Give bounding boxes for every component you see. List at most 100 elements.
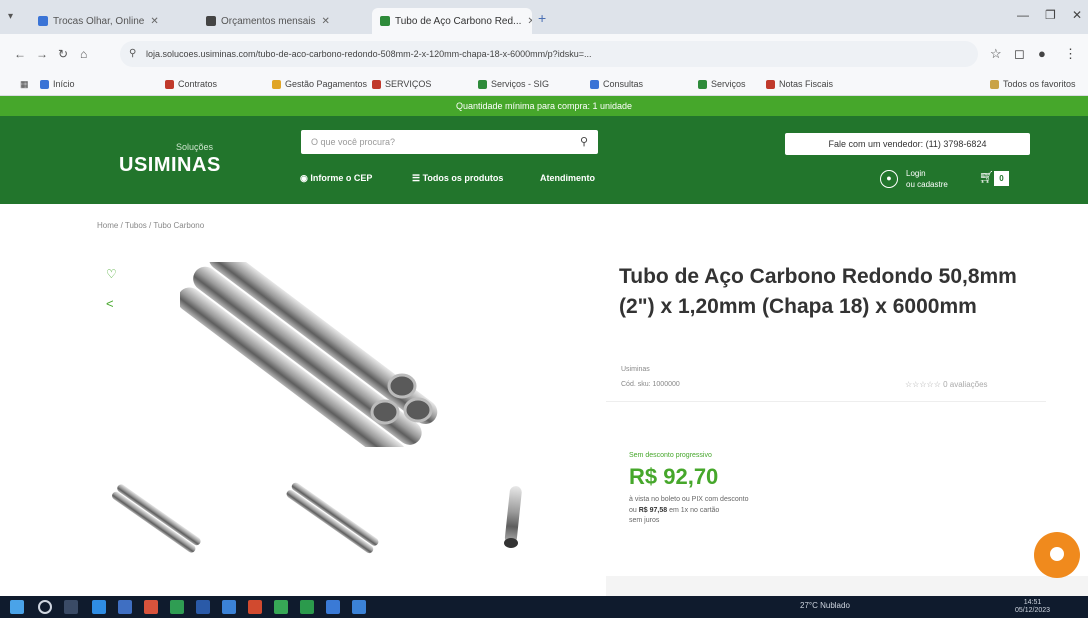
product-thumbnail-1[interactable] [106,478,201,558]
windows-start-icon[interactable] [10,600,24,614]
tab-search-icon[interactable]: ▾ [8,11,13,22]
product-title: Tubo de Aço Carbono Redondo 50,8mm (2") … [619,265,1017,318]
product-brand: Usiminas [621,366,650,373]
browser-toolbar: ← → ↻ ⌂ ⚲ loja.solucoes.usiminas.com/tub… [0,34,1088,74]
product-thumbnail-2[interactable] [280,478,380,558]
site-info-icon[interactable]: ⚲ [129,41,136,67]
price-card-value: R$ 97,58 [638,507,668,514]
app-icon[interactable] [118,600,132,614]
bookmark-item[interactable]: Consultas [590,79,643,89]
word-icon[interactable] [222,600,236,614]
tab-close-icon[interactable]: ✕ [150,16,158,27]
cep-link-label: Informe o CEP [310,173,373,183]
windows-taskbar: 27°C Nublado 14:51 05/12/2023 [0,596,1088,618]
location-pin-icon: ◉ [300,173,311,183]
tab-1[interactable]: Trocas Olhar, Online ✕ [30,8,190,34]
browser-tab-strip: ▾ Trocas Olhar, Online ✕ Orçamentos mens… [0,0,1088,34]
product-rating[interactable]: ☆☆☆☆☆ 0 avaliações [905,380,988,389]
tab-2[interactable]: Orçamentos mensais ✕ [198,8,368,34]
search-placeholder: O que você procura? [311,137,396,147]
product-main-image[interactable] [180,262,450,447]
tab-favicon-icon [380,16,390,26]
weather-widget[interactable]: 27°C Nublado [800,601,850,610]
maximize-icon[interactable]: ❐ [1045,8,1056,22]
site-logo[interactable]: USIMINAS [119,154,221,177]
menu-hamburger-icon: ☰ [412,173,423,183]
all-bookmarks-label: Todos os favoritos [1003,79,1076,89]
app-icon[interactable] [326,600,340,614]
apps-icon[interactable]: ▦ [20,79,29,90]
price-note: Sem desconto progressivo [629,452,712,459]
bookmark-item[interactable]: SERVIÇOS [372,79,431,89]
bookmark-item[interactable]: Serviços - SIG [478,79,549,89]
app-icon[interactable] [300,600,314,614]
product-sku: Cód. sku: 1000000 [621,381,680,388]
task-view-icon[interactable] [64,600,78,614]
promo-text: Quantidade mínima para compra: 1 unidade [455,101,633,111]
breadcrumb[interactable]: Home / Tubos / Tubo Carbono [97,221,204,230]
system-clock[interactable]: 14:51 05/12/2023 [1015,599,1050,615]
new-tab-button[interactable]: + [538,10,546,26]
back-icon[interactable]: ← [14,47,26,61]
tab-3-active[interactable]: Tubo de Aço Carbono Red... ✕ [372,8,532,34]
share-icon[interactable]: < [106,296,114,311]
bookmark-favicon-icon [698,79,707,89]
excel-icon[interactable] [170,600,184,614]
bookmark-item[interactable]: Contratos [165,79,217,89]
minimize-icon[interactable]: — [1017,8,1029,22]
all-bookmarks-link[interactable]: Todos os favoritos [990,79,1076,89]
bookmark-label: Consultas [603,79,644,89]
address-bar[interactable]: ⚲ loja.solucoes.usiminas.com/tubo-de-aco… [120,41,978,67]
bookmark-label: SERVIÇOS [385,79,432,89]
divider [606,401,1046,402]
clock-time: 14:51 [1023,599,1042,606]
tab-label: Orçamentos mensais [221,15,316,27]
search-icon[interactable]: ⚲ [580,130,588,154]
bookmark-item[interactable]: Serviços [698,79,746,89]
forward-icon[interactable]: → [36,47,48,61]
url-text: loja.solucoes.usiminas.com/tubo-de-aco-c… [146,49,592,59]
profile-icon[interactable]: ● [1038,46,1046,61]
home-icon[interactable]: ⌂ [80,47,87,61]
extensions-icon[interactable]: ◻ [1014,46,1025,62]
bookmark-item[interactable]: Gestão Pagamentos [272,79,367,89]
app-icon[interactable] [196,600,210,614]
contact-seller-button[interactable]: Fale com um vendedor: (11) 3798-6824 [785,133,1030,155]
bookmark-label: Início [53,79,75,89]
bookmarks-bar: ▦ Início Contratos Gestão Pagamentos SER… [0,74,1088,96]
favorite-heart-icon[interactable]: ♡ [106,267,117,281]
support-link[interactable]: Atendimento [540,173,595,183]
login-link[interactable]: Login ou cadastre [906,168,948,190]
all-products-link[interactable]: ☰ Todos os produtos [412,173,503,184]
bookmark-item[interactable]: Início [40,79,75,89]
bookmark-favicon-icon [766,79,775,89]
product-price: R$ 92,70 [629,464,719,489]
tab-favicon-icon [38,16,48,26]
search-taskbar-icon[interactable] [38,600,52,614]
edge-icon[interactable] [92,600,106,614]
reload-icon[interactable]: ↻ [58,47,68,61]
tab-close-icon[interactable]: ✕ [527,16,532,27]
logo-subtitle: Soluções [176,142,214,152]
promo-banner: Quantidade mínima para compra: 1 unidade [0,96,1088,116]
price-installments: sem juros [629,517,660,524]
register-label: ou cadastre [906,180,948,189]
powerpoint-icon[interactable] [248,600,262,614]
close-window-icon[interactable]: ✕ [1072,8,1082,22]
user-icon[interactable]: ● [880,170,898,188]
bookmark-star-icon[interactable]: ☆ [990,46,1002,62]
bookmark-favicon-icon [272,79,281,89]
product-thumbnail-3[interactable] [498,478,528,558]
tab-close-icon[interactable]: ✕ [321,16,329,27]
bookmark-label: Serviços [711,79,746,89]
cart-icon[interactable]: 🛒︎ [979,170,994,184]
menu-icon[interactable]: ⋮ [1064,46,1077,62]
chrome-icon[interactable] [352,600,366,614]
chat-button[interactable] [1034,532,1080,578]
app-icon[interactable] [144,600,158,614]
bookmark-favicon-icon [478,79,487,89]
search-input[interactable]: O que você procura? ⚲ [301,130,598,154]
cep-link[interactable]: ◉ Informe o CEP [300,173,372,184]
bookmark-item[interactable]: Notas Fiscais [766,79,833,89]
whatsapp-icon[interactable] [274,600,288,614]
